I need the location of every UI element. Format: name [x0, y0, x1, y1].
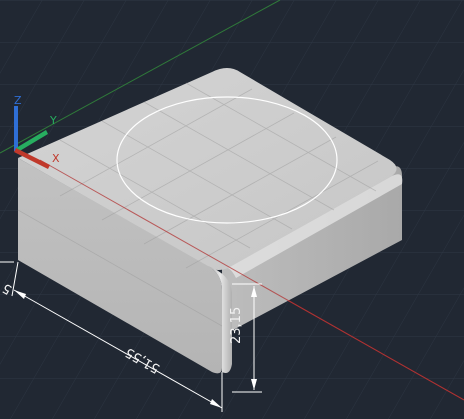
model-space-canvas[interactable]: 51,55 23,15 5 Z Y X — [0, 0, 464, 419]
ucs-x-label: X — [52, 152, 60, 165]
ucs-z-label: Z — [14, 94, 22, 107]
drawing-viewport[interactable]: 51,55 23,15 5 Z Y X — [0, 0, 464, 419]
ucs-z-arm — [14, 106, 18, 151]
ucs-y-label: Y — [49, 114, 57, 127]
height-dimension-text[interactable]: 23,15 — [229, 307, 244, 344]
